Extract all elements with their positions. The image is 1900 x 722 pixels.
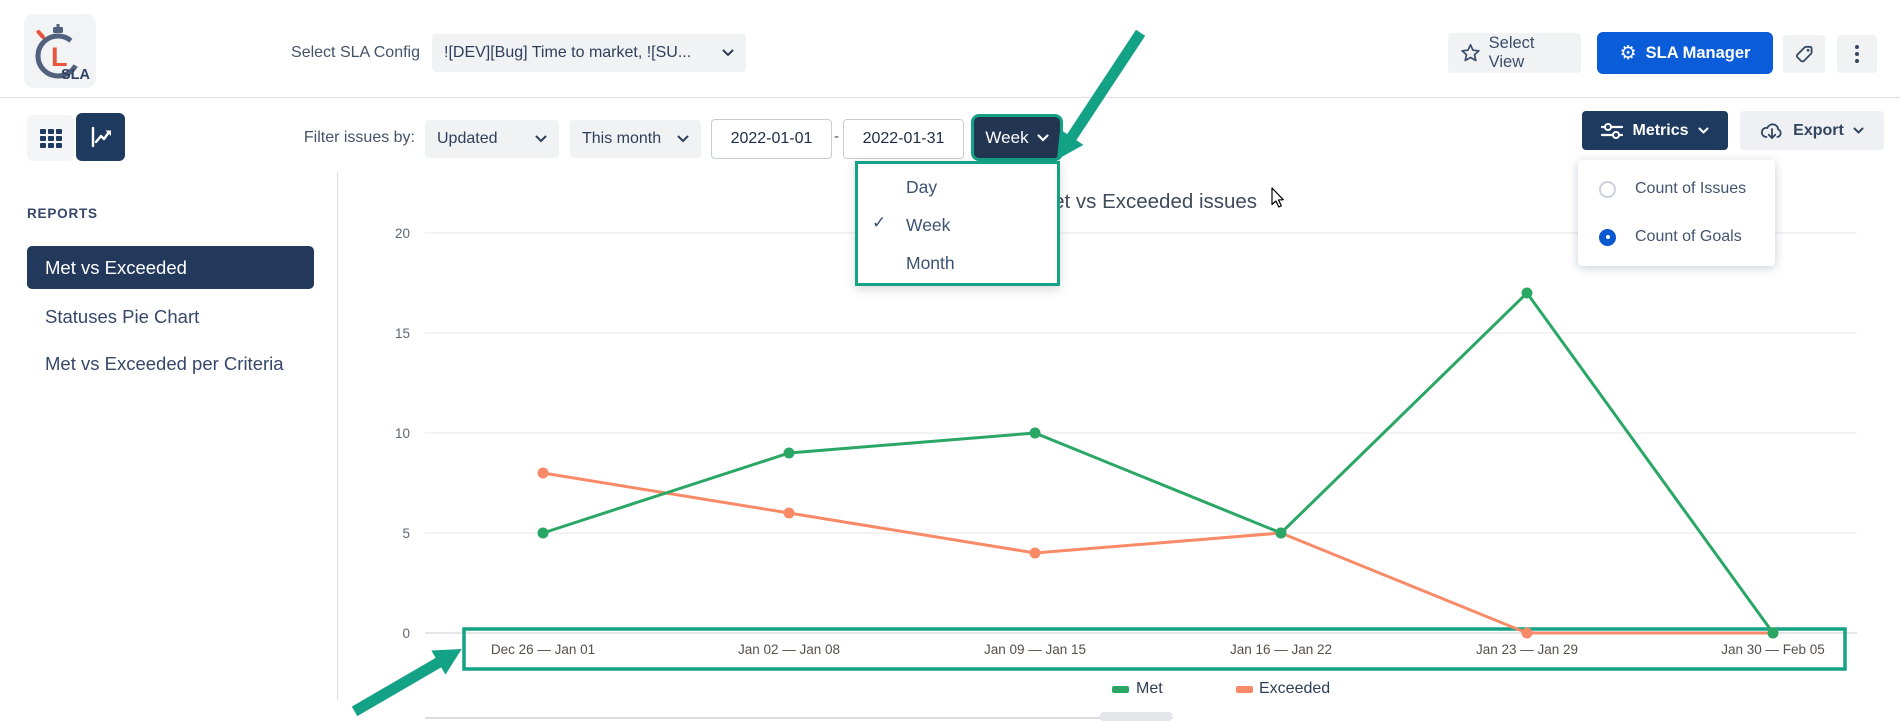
sla-report-page: L SLA Select SLA Config ![DEV][Bug] Time… xyxy=(0,0,1900,722)
metrics-option-label: Count of Goals xyxy=(1635,228,1742,246)
svg-text:Jan 30 — Feb 05: Jan 30 — Feb 05 xyxy=(1721,642,1825,657)
interval-dropdown-menu: Day ✓ Week Month xyxy=(855,161,1060,286)
chart-title: Met vs Exceeded issues xyxy=(1036,190,1257,214)
interval-option-label: Week xyxy=(906,215,950,236)
svg-text:Jan 16 — Jan 22: Jan 16 — Jan 22 xyxy=(1230,642,1332,657)
radio-unselected-icon xyxy=(1599,181,1616,198)
metrics-option-count-of-goals[interactable]: Count of Goals xyxy=(1578,213,1775,261)
svg-text:Jan 09 — Jan 15: Jan 09 — Jan 15 xyxy=(984,642,1086,657)
svg-text:0: 0 xyxy=(402,626,410,641)
interval-option-label: Day xyxy=(906,177,937,198)
radio-selected-icon xyxy=(1599,229,1616,246)
metrics-option-label: Count of Issues xyxy=(1635,180,1746,198)
svg-text:Dec 26 — Jan 01: Dec 26 — Jan 01 xyxy=(491,642,595,657)
met-vs-exceeded-line-chart: 0 5 10 15 20 Dec 26 — Jan 01 Jan 02 — Jan 08 Ja… xyxy=(0,0,1900,722)
svg-text:20: 20 xyxy=(395,226,410,241)
metrics-dropdown-panel: Count of Issues Count of Goals xyxy=(1578,160,1775,266)
svg-text:15: 15 xyxy=(395,326,410,341)
svg-text:5: 5 xyxy=(402,526,410,541)
interval-option-month[interactable]: Month xyxy=(858,244,1057,282)
svg-text:10: 10 xyxy=(395,426,410,441)
svg-text:Jan 02 — Jan 08: Jan 02 — Jan 08 xyxy=(738,642,840,657)
check-icon: ✓ xyxy=(872,213,886,233)
metrics-option-count-of-issues[interactable]: Count of Issues xyxy=(1578,165,1775,213)
svg-text:Jan 23 — Jan 29: Jan 23 — Jan 29 xyxy=(1476,642,1578,657)
interval-option-label: Month xyxy=(906,253,955,274)
interval-option-week[interactable]: ✓ Week xyxy=(858,206,1057,244)
interval-option-day[interactable]: Day xyxy=(858,168,1057,206)
